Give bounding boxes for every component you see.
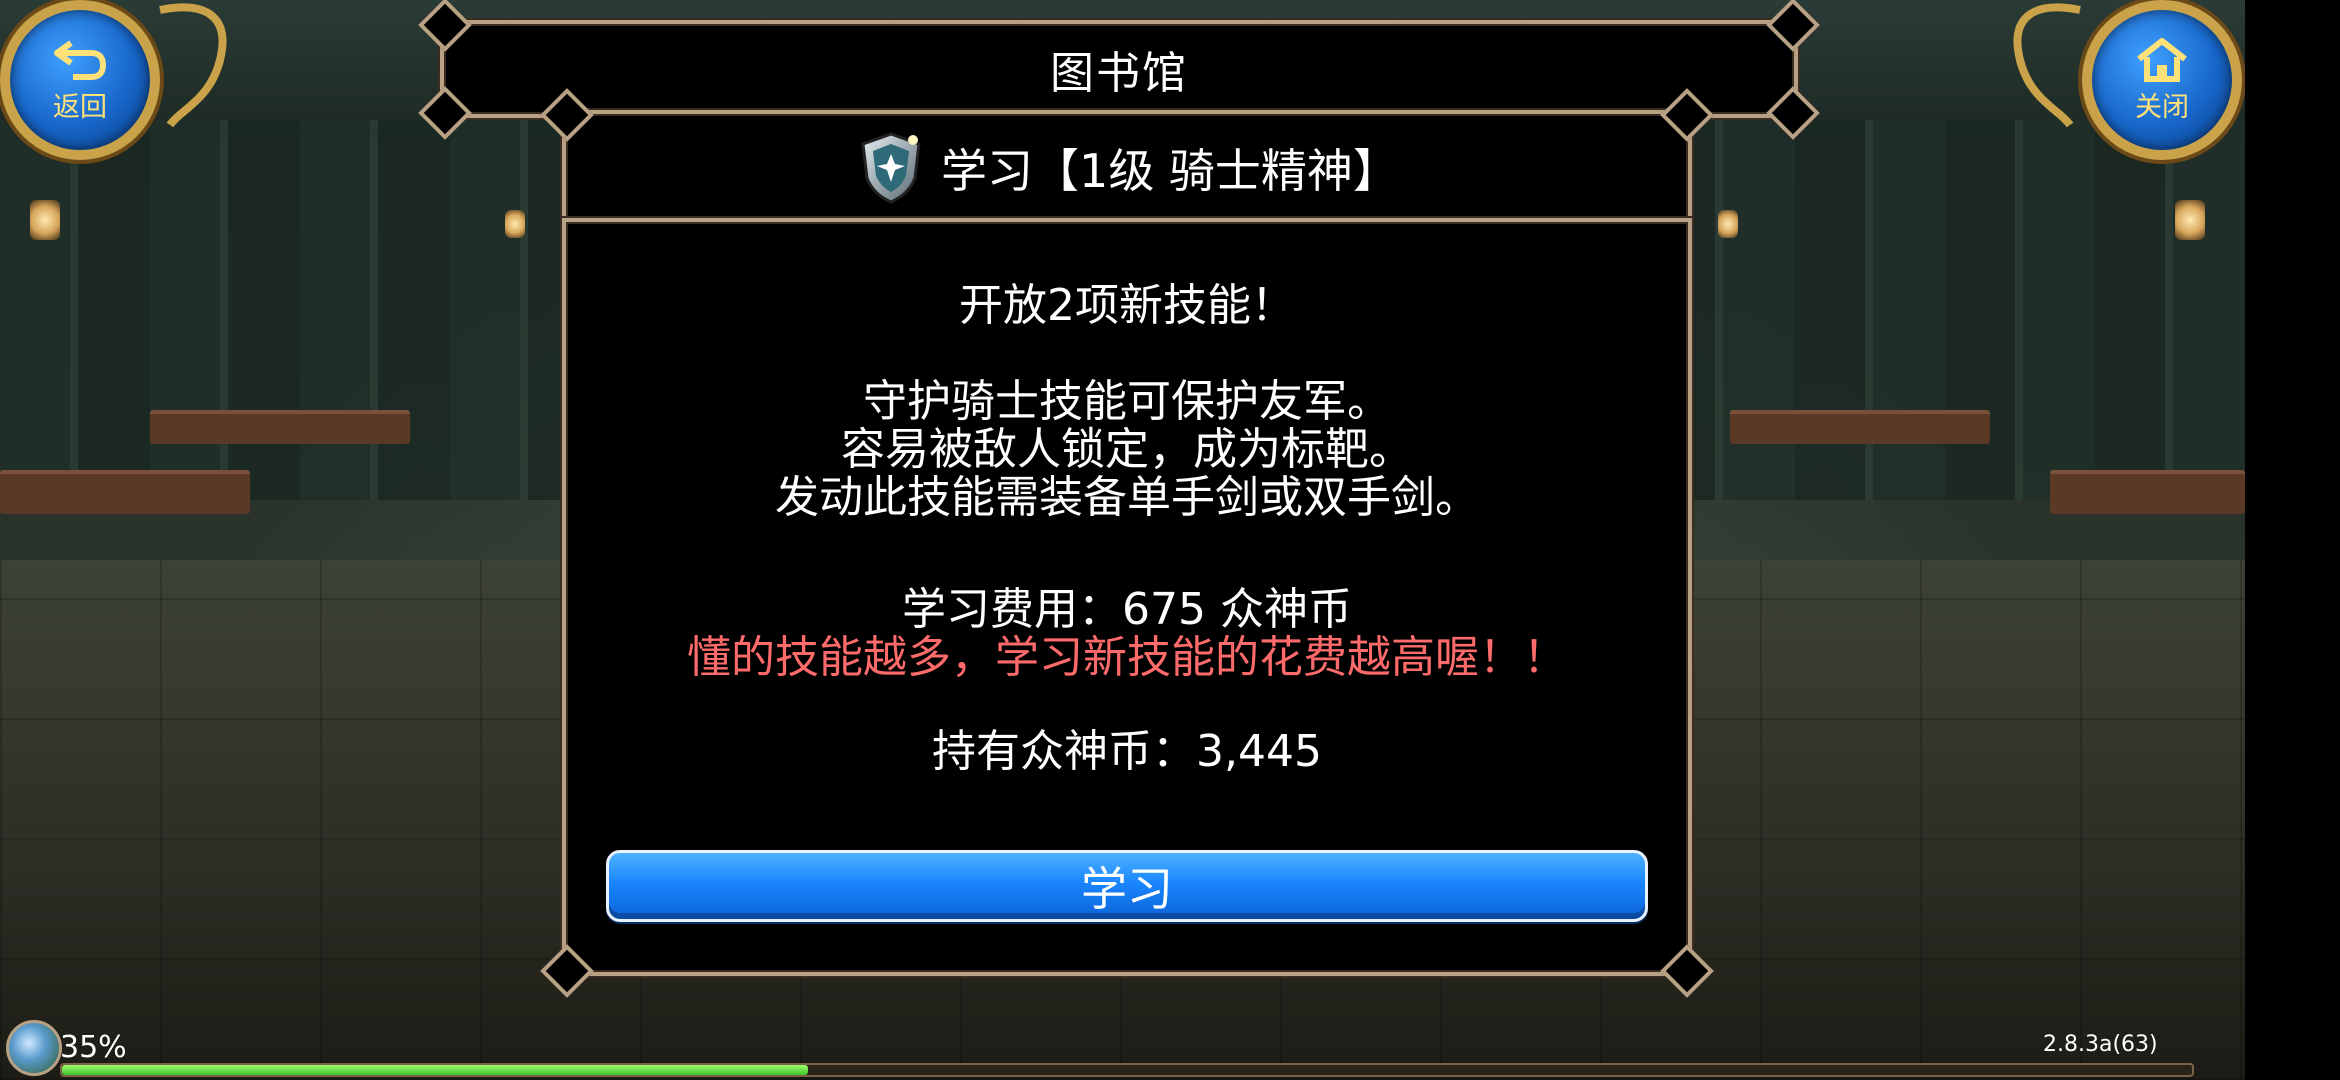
back-button[interactable]: 返回 [0, 0, 160, 160]
title-bar: 图书馆 [418, 0, 1820, 140]
loading-progress-fill [62, 1065, 808, 1075]
back-button-label: 返回 [53, 91, 107, 123]
description-line: 守护骑士技能可保护友军。 [863, 376, 1391, 427]
skill-heading-text: 学习【1级 骑士精神】 [941, 144, 1399, 198]
loading-globe-icon [6, 1020, 62, 1076]
gold-ornament-left [159, 3, 227, 128]
skill-header: 学习【1级 骑士精神】 [540, 88, 1714, 226]
lamp-left [30, 200, 60, 240]
lamp-left-inner [505, 210, 525, 238]
table-left [0, 470, 250, 514]
warning-text: 懂的技能越多，学习新技能的花费越高喔！！ [687, 632, 1567, 683]
page-title: 图书馆 [1050, 48, 1188, 99]
home-icon [2137, 37, 2187, 82]
owned-currency-text: 持有众神币：3,445 [932, 726, 1322, 777]
description-line: 发动此技能需装备单手剑或双手剑。 [775, 472, 1479, 523]
learn-button[interactable]: 学习 [606, 850, 1648, 922]
version-label: 2.8.3a(63) [2043, 1032, 2158, 1057]
shield-icon [861, 132, 921, 204]
close-button[interactable]: 关闭 [2082, 0, 2242, 160]
loading-progress-bar [60, 1063, 2194, 1077]
lamp-right [2175, 200, 2205, 240]
lamp-right-inner [1718, 210, 1738, 238]
table-right-far [1730, 410, 1990, 444]
close-button-label: 关闭 [2135, 91, 2189, 123]
screen-edge-bar [2245, 0, 2340, 1080]
unlock-text: 开放2项新技能！ [959, 280, 1295, 331]
gold-ornament-right [2013, 3, 2081, 128]
skill-heading-row: 学习【1级 骑士精神】 [566, 114, 1688, 222]
learn-button-label: 学习 [1081, 862, 1173, 916]
description-line: 容易被敌人锁定，成为标靶。 [841, 424, 1413, 475]
return-arrow-icon [54, 40, 107, 80]
skill-detail-panel: 开放2项新技能！ 守护骑士技能可保护友军。 容易被敌人锁定，成为标靶。 发动此技… [540, 218, 1714, 998]
skill-detail-content: 开放2项新技能！ 守护骑士技能可保护友军。 容易被敌人锁定，成为标靶。 发动此技… [566, 222, 1688, 776]
loading-percent: 35% [60, 1030, 127, 1065]
table-left-far [150, 410, 410, 444]
cost-text: 学习费用：675 众神币 [902, 584, 1352, 635]
table-right [2050, 470, 2245, 514]
